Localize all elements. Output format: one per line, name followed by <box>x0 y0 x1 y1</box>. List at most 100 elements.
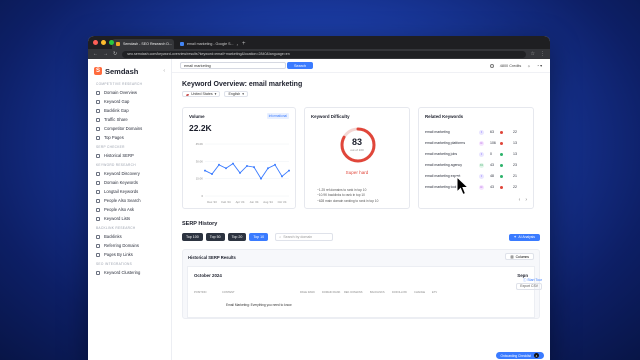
browser-tab-semdash[interactable]: Semdash - SEO Research D... × <box>112 39 174 49</box>
volume-data-point[interactable] <box>225 167 227 170</box>
column-header: ETV <box>432 291 438 294</box>
sidebar-item[interactable]: Backlink Gap <box>88 106 171 115</box>
country-select[interactable]: ▰ United States ▾ <box>182 91 221 97</box>
sidebar-item-label: Keyword Discovery <box>104 171 140 176</box>
next-page-icon[interactable]: › <box>525 197 527 203</box>
nav-icon <box>96 126 100 131</box>
y-tick-label: 15.0K <box>196 177 203 181</box>
difficulty-dot-icon <box>500 141 503 145</box>
close-window-icon[interactable] <box>93 40 98 45</box>
keyword-search-input[interactable]: email marketing <box>180 62 286 69</box>
difficulty-card: Keyword Difficulty 83 out of 100 Super h… <box>304 107 410 209</box>
volume-data-point[interactable] <box>246 164 248 167</box>
sidebar-item[interactable]: Longtail Keywords <box>88 187 171 196</box>
volume-data-point[interactable] <box>281 175 283 178</box>
user-menu-icon[interactable]: ◔ ▾ <box>537 63 542 68</box>
related-keyword-row[interactable]: email marketing platforms C 106 13 <box>425 139 531 147</box>
volume-data-point[interactable] <box>232 162 234 165</box>
ai-analysis-button[interactable]: ✦ AI Analysis <box>508 233 540 241</box>
sidebar-item-label: Backlinks <box>104 234 122 239</box>
topbar: email marketing Search 4800 Credits ☼ ◔ … <box>172 59 550 73</box>
related-keyword[interactable]: email marketing <box>425 130 475 134</box>
top-10-button[interactable]: Top 10 <box>249 233 269 241</box>
keyword-difficulty: 13 <box>513 152 517 156</box>
sidebar-item-label: Domain Keywords <box>104 180 138 185</box>
url-field[interactable]: seo.semdash.com/keyword-overview/results… <box>122 50 526 58</box>
sidebar-item[interactable]: Top Pages <box>88 133 171 142</box>
table-cell-content[interactable]: Email Marketing: Everything you need to … <box>226 303 292 307</box>
page-content: Keyword Overview: email marketing ▰ Unit… <box>172 73 550 319</box>
sidebar-item[interactable]: Historical SERP <box>88 151 171 160</box>
top-50-button[interactable]: Top 50 <box>205 233 225 241</box>
related-keyword-row[interactable]: email marketing agency N 43 23 <box>425 161 531 169</box>
close-tab-icon[interactable]: × <box>237 42 238 47</box>
chevron-down-icon: ▾ <box>214 92 217 96</box>
sidebar-item-label: Keyword Gap <box>104 99 130 104</box>
volume-data-point[interactable] <box>274 163 276 166</box>
onboarding-checklist-button[interactable]: Onboarding Checklist 4 <box>495 352 544 359</box>
sidebar-item[interactable]: People Also Ask <box>88 205 171 214</box>
volume-data-point[interactable] <box>211 173 213 176</box>
sidebar-item[interactable]: Domain Keywords <box>88 178 171 187</box>
related-keyword-row[interactable]: email marketing tools C 43 22 <box>425 183 531 191</box>
collapse-sidebar-icon[interactable]: ‹ <box>163 68 165 74</box>
difficulty-dot-icon <box>500 130 503 134</box>
sidebar-item[interactable]: Keyword Discovery <box>88 169 171 178</box>
volume-data-point[interactable] <box>253 166 255 169</box>
sidebar-item[interactable]: Keyword Lists <box>88 214 171 223</box>
top-100-button[interactable]: Top 100 <box>182 233 203 241</box>
bookmark-icon[interactable]: ☆ <box>531 51 535 57</box>
sidebar-item[interactable]: Competitor Domains <box>88 124 171 133</box>
sidebar-item[interactable]: Keyword Gap <box>88 97 171 106</box>
nav-icon <box>96 90 100 95</box>
volume-data-point[interactable] <box>218 163 220 166</box>
related-keyword-row[interactable]: email marketing jobs I 0 13 <box>425 150 531 158</box>
column-header: CHANGE <box>414 291 426 294</box>
prev-page-icon[interactable]: ‹ <box>519 197 521 203</box>
intent-badge: C <box>479 140 484 146</box>
logo[interactable]: S Semdash ‹ <box>88 65 171 77</box>
nav-icon <box>96 108 100 113</box>
language-select[interactable]: English ▾ <box>224 91 249 97</box>
top-20-button[interactable]: Top 20 <box>227 233 247 241</box>
domain-search-input[interactable]: ⌕ Search by domain <box>275 233 334 241</box>
back-icon[interactable]: ← <box>93 51 98 57</box>
reload-icon[interactable]: ↻ <box>113 51 117 57</box>
nav-icon <box>96 198 100 203</box>
volume-data-point[interactable] <box>204 169 206 172</box>
related-keyword[interactable]: email marketing agency <box>425 163 475 167</box>
difficulty-note: ~628 main domain ranking to rank in top … <box>317 198 379 203</box>
volume-data-point[interactable] <box>288 169 290 172</box>
minimize-window-icon[interactable] <box>101 40 106 45</box>
new-tab-icon[interactable]: + <box>242 39 246 49</box>
credits-count: 4800 Credits <box>499 63 522 68</box>
sidebar-item[interactable]: Traffic Share <box>88 115 171 124</box>
sidebar-item[interactable]: People Also Search <box>88 196 171 205</box>
maximize-window-icon[interactable] <box>109 40 114 45</box>
column-header: PAGE RANK <box>300 291 315 294</box>
forward-icon[interactable]: → <box>103 51 108 57</box>
export-csv-button[interactable]: Export CSV <box>516 283 542 290</box>
browser-tab-google[interactable]: email marketing - Google S... × <box>176 39 238 49</box>
column-header: CONTENT <box>222 291 235 294</box>
column-header: DOFOLLOW <box>392 291 407 294</box>
sidebar-item[interactable]: Keyword Clustering <box>88 268 171 277</box>
related-keyword-row[interactable]: email marketing I 63 22 <box>425 128 531 136</box>
related-keyword[interactable]: email marketing jobs <box>425 152 475 156</box>
volume-data-point[interactable] <box>239 171 241 174</box>
columns-button[interactable]: ▥ Columns <box>505 253 534 260</box>
related-keyword[interactable]: email marketing platforms <box>425 141 475 145</box>
browser-menu-icon[interactable]: ⋮ <box>540 51 545 57</box>
sidebar-item[interactable]: Domain Overview <box>88 88 171 97</box>
sidebar-item[interactable]: Backlinks <box>88 232 171 241</box>
sidebar-item[interactable]: Pages By Links <box>88 250 171 259</box>
sidebar-item[interactable]: Referring Domains <box>88 241 171 250</box>
sidebar-item-label: Traffic Share <box>104 117 128 122</box>
search-button[interactable]: Search <box>287 62 313 69</box>
theme-toggle-icon[interactable]: ☼ <box>527 64 530 68</box>
volume-data-point[interactable] <box>267 167 269 170</box>
related-keyword-row[interactable]: email marketing expert I 48 21 <box>425 172 531 180</box>
sidebar-item-label: People Also Ask <box>104 207 135 212</box>
volume-data-point[interactable] <box>260 177 262 180</box>
x-tick-label: Oct '24 <box>278 200 287 204</box>
